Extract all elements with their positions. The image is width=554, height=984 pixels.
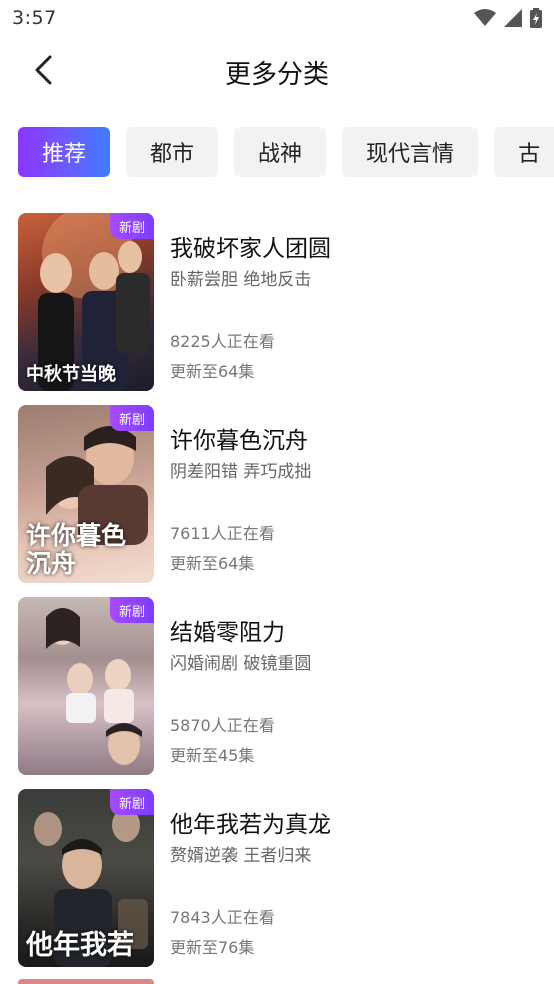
- viewer-count: 8225人正在看: [170, 332, 275, 351]
- battery-icon: [530, 8, 542, 32]
- episode-status: 更新至45集: [170, 746, 255, 765]
- drama-tags: 闪婚闹剧 破镜重圆: [170, 654, 312, 674]
- tab-recommended[interactable]: 推荐: [18, 127, 111, 177]
- new-badge: 新剧: [110, 405, 154, 431]
- wifi-icon: [474, 9, 496, 31]
- status-bar: 3:57: [0, 0, 554, 38]
- episode-status: 更新至64集: [170, 554, 255, 573]
- list-item[interactable]: 新剧 许你暮色沉舟 许你暮色沉舟 阴差阳错 弄巧成拙 7611人正在看 更新至6…: [0, 405, 554, 583]
- new-badge: 新剧: [110, 213, 154, 239]
- page-title: 更多分类: [224, 60, 329, 90]
- cover-image: 新剧: [18, 597, 154, 775]
- drama-tags: 赘婿逆袭 王者归来: [170, 846, 312, 866]
- list-item[interactable]: 新剧 他年我若 他年我若为真龙 赘婿逆袭 王者归来 7843人正在看 更新至76…: [0, 789, 554, 967]
- drama-info: 我破坏家人团圆 卧薪尝胆 绝地反击 8225人正在看 更新至64集: [170, 213, 542, 391]
- episode-status: 更新至64集: [170, 362, 255, 381]
- status-time: 3:57: [12, 7, 57, 29]
- drama-info: 许你暮色沉舟 阴差阳错 弄巧成拙 7611人正在看 更新至64集: [170, 405, 542, 583]
- list-item[interactable]: 新剧 中秋节当晚 我破坏家人团圆 卧薪尝胆 绝地反击 8225人正在看 更新至6…: [0, 213, 554, 391]
- header: 更多分类: [0, 38, 554, 106]
- category-tabs: 推荐 都市 战神 现代言情 古: [18, 127, 554, 179]
- cover-title: 中秋节当晚: [26, 364, 116, 386]
- drama-title: 结婚零阻力: [170, 620, 285, 646]
- cover-title: 他年我若: [26, 930, 134, 962]
- new-badge: 新剧: [110, 597, 154, 623]
- viewer-count: 5870人正在看: [170, 716, 275, 735]
- tab-ancient[interactable]: 古: [494, 127, 554, 177]
- tab-war-god[interactable]: 战神: [234, 127, 327, 177]
- drama-title: 他年我若为真龙: [170, 812, 331, 838]
- status-icons: [474, 8, 542, 32]
- tab-modern-romance[interactable]: 现代言情: [342, 127, 479, 177]
- viewer-count: 7843人正在看: [170, 908, 275, 927]
- drama-tags: 卧薪尝胆 绝地反击: [170, 270, 312, 290]
- new-badge: 新剧: [110, 789, 154, 815]
- drama-list: 新剧 中秋节当晚 我破坏家人团圆 卧薪尝胆 绝地反击 8225人正在看 更新至6…: [0, 213, 554, 981]
- episode-status: 更新至76集: [170, 938, 255, 957]
- tab-urban[interactable]: 都市: [126, 127, 219, 177]
- cover-title: 许你暮色沉舟: [26, 521, 127, 578]
- signal-icon: [504, 9, 522, 31]
- drama-info: 他年我若为真龙 赘婿逆袭 王者归来 7843人正在看 更新至76集: [170, 789, 542, 967]
- next-cover-peek: [18, 979, 154, 984]
- viewer-count: 7611人正在看: [170, 524, 275, 543]
- cover-image: 新剧 他年我若: [18, 789, 154, 967]
- cover-image: 新剧 许你暮色沉舟: [18, 405, 154, 583]
- drama-title: 我破坏家人团圆: [170, 236, 331, 262]
- cover-image: 新剧 中秋节当晚: [18, 213, 154, 391]
- drama-title: 许你暮色沉舟: [170, 428, 308, 454]
- list-item[interactable]: 新剧 结婚零阻力 闪婚闹剧 破镜重圆 5870人正在看 更新至45集: [0, 597, 554, 775]
- drama-tags: 阴差阳错 弄巧成拙: [170, 462, 312, 482]
- drama-info: 结婚零阻力 闪婚闹剧 破镜重圆 5870人正在看 更新至45集: [170, 597, 542, 775]
